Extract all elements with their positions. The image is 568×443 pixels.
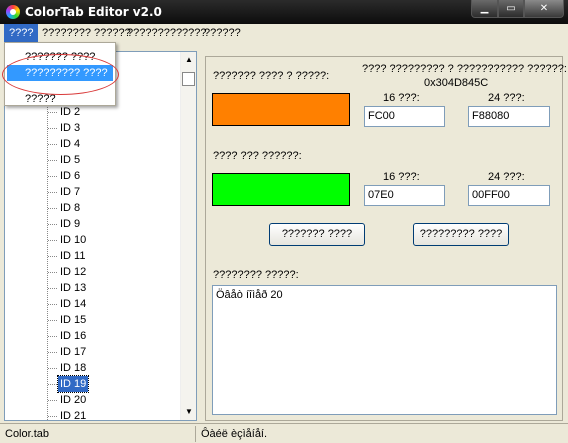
tree-connector (48, 320, 57, 321)
tree-item[interactable]: ID 16 (48, 328, 178, 344)
tree-item[interactable]: ID 21 (48, 408, 178, 424)
tree-item[interactable]: ID 7 (48, 184, 178, 200)
tree-item-label: ID 12 (60, 266, 87, 278)
tree-item-label: ID 13 (60, 282, 87, 294)
tree-item-label: ID 15 (60, 314, 87, 326)
new-hex24-label: 24 ???: (488, 171, 525, 183)
left-action-button[interactable]: ??????? ???? (269, 223, 365, 246)
tree-connector (48, 336, 57, 337)
right-action-button[interactable]: ????????? ???? (413, 223, 509, 246)
tree-item[interactable]: ID 18 (48, 360, 178, 376)
tree-item[interactable]: ID 19 (48, 375, 178, 393)
tree-connector (48, 240, 57, 241)
status-bar: Color.tab Ôàéë èçìåíåí. (0, 423, 568, 443)
tree-item[interactable]: ID 14 (48, 296, 178, 312)
tree-connector (48, 256, 57, 257)
tree-item-label: ID 11 (60, 250, 86, 262)
tree-connector (48, 160, 57, 161)
new-color-swatch (212, 173, 350, 206)
address-value: 0x304D845C (424, 77, 489, 89)
current-hex24-label: 24 ???: (488, 92, 525, 104)
scroll-up-icon[interactable]: ▲ (181, 52, 197, 68)
scroll-thumb[interactable] (182, 72, 195, 86)
tree-item[interactable]: ID 9 (48, 216, 178, 232)
tree-connector (48, 400, 57, 401)
description-textarea[interactable]: Öâåò íîìåð 20 (212, 285, 557, 415)
tree-connector (48, 272, 57, 273)
tree-item-label: ID 18 (60, 362, 87, 374)
tree-connector (48, 304, 57, 305)
tree-item-label: ID 9 (60, 218, 81, 230)
maximize-button[interactable]: ▭ (498, 0, 524, 18)
tree-connector (48, 144, 57, 145)
tree-connector (48, 368, 57, 369)
highlight-ellipse (2, 54, 119, 95)
tree-item-label: ID 21 (60, 410, 87, 422)
current-hex24-field[interactable]: F88080 (468, 106, 550, 127)
current-color-label: ??????? ???? ? ?????: (213, 70, 330, 82)
window-title: ColorTab Editor v2.0 (25, 5, 162, 19)
tree-item-label: ID 6 (60, 170, 81, 182)
tree-item[interactable]: ID 4 (48, 136, 178, 152)
new-hex16-label: 16 ???: (383, 171, 420, 183)
status-message: Ôàéë èçìåíåí. (201, 428, 268, 440)
tree-item[interactable]: ID 10 (48, 232, 178, 248)
new-color-label: ???? ??? ??????: (213, 150, 302, 162)
tree-item[interactable]: ID 15 (48, 312, 178, 328)
tree-item-label: ID 20 (60, 394, 87, 406)
title-bar: ColorTab Editor v2.0 ▁ ▭ ✕ (0, 0, 568, 24)
tree-connector (48, 352, 57, 353)
tree-connector (48, 288, 57, 289)
current-color-swatch (212, 93, 350, 126)
tree-connector (48, 176, 57, 177)
tree-connector (48, 416, 57, 417)
tree-item[interactable]: ID 20 (48, 392, 178, 408)
tree-connector (48, 384, 57, 385)
tree-scrollbar[interactable]: ▲ ▼ (180, 52, 196, 420)
app-icon (6, 5, 20, 19)
scroll-down-icon[interactable]: ▼ (181, 404, 197, 420)
tree-item[interactable]: ID 12 (48, 264, 178, 280)
current-hex16-label: 16 ???: (383, 92, 420, 104)
description-label: ???????? ?????: (213, 269, 299, 281)
tree-item-label: ID 7 (60, 186, 81, 198)
status-divider (195, 426, 196, 442)
menu-bar: ???? ???????? ?????? ????????????? ?????… (0, 24, 568, 43)
current-hex16-field[interactable]: FC00 (364, 106, 445, 127)
tree-item-label: ID 8 (60, 202, 81, 214)
tree-item[interactable]: ID 3 (48, 120, 178, 136)
minimize-button[interactable]: ▁ (471, 0, 498, 18)
status-filename: Color.tab (5, 428, 50, 440)
new-hex24-field[interactable]: 00FF00 (468, 185, 550, 206)
tree-item-label: ID 19 (56, 375, 90, 393)
menu-help[interactable]: ?????? (199, 24, 246, 43)
tree-connector (48, 208, 57, 209)
tree-item[interactable]: ID 11 (48, 248, 178, 264)
new-hex16-field[interactable]: 07E0 (364, 185, 445, 206)
color-editor-panel: ??????? ???? ? ?????: ???? ????????? ? ?… (205, 56, 567, 421)
address-label: ???? ????????? ? ??????????? ??????: (362, 63, 567, 75)
tree-item-label: ID 14 (60, 298, 87, 310)
tree-connector (48, 224, 57, 225)
tree-item[interactable]: ID 8 (48, 200, 178, 216)
tree-item-label: ID 10 (60, 234, 87, 246)
tree-item[interactable]: ID 6 (48, 168, 178, 184)
tree-connector (48, 128, 57, 129)
tree-item-label: ID 16 (60, 330, 87, 342)
tree-item[interactable]: ID 17 (48, 344, 178, 360)
menu-edit[interactable]: ???????? ?????? (37, 24, 136, 43)
tree-item-label: ID 5 (60, 154, 81, 166)
close-button[interactable]: ✕ (524, 0, 564, 18)
tree-item[interactable]: ID 5 (48, 152, 178, 168)
tree-connector (48, 192, 57, 193)
tree-item[interactable]: ID 13 (48, 280, 178, 296)
menu-file[interactable]: ???? (4, 24, 39, 43)
tree-item-label: ID 4 (60, 138, 81, 150)
tree-item-label: ID 3 (60, 122, 81, 134)
tree-connector (48, 112, 57, 113)
tree-item-label: ID 17 (60, 346, 87, 358)
